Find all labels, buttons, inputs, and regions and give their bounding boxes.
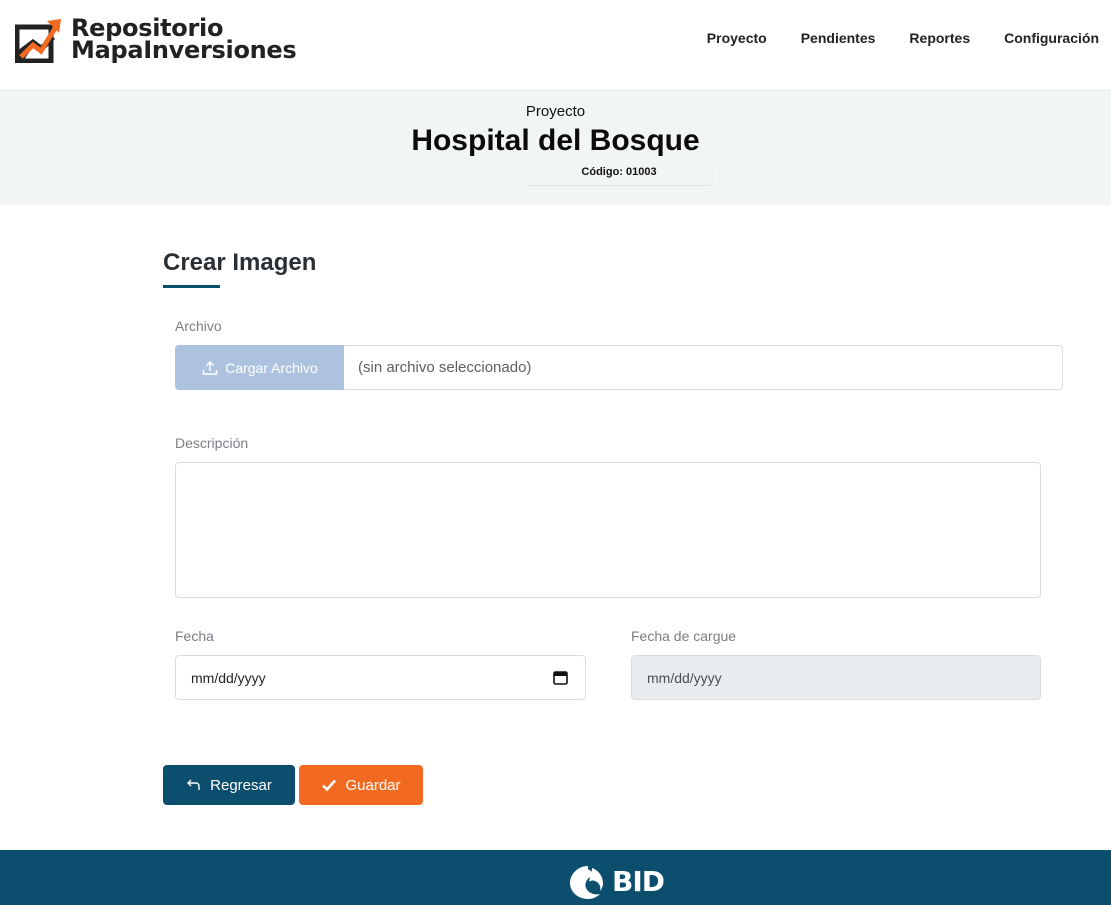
back-button-label: Regresar	[210, 776, 272, 794]
descripcion-label: Descripción	[175, 435, 249, 451]
nav-item-reportes[interactable]: Reportes	[909, 30, 970, 46]
upload-icon	[202, 360, 218, 375]
fecha-cargue-placeholder: mm/dd/yyyy	[647, 669, 722, 686]
save-button-label: Guardar	[345, 776, 401, 794]
fecha-cargue-input: mm/dd/yyyy	[631, 655, 1041, 700]
check-icon	[322, 779, 337, 792]
brand-line-2: MapaInversiones	[71, 36, 297, 64]
top-navbar: Repositorio MapaInversiones Proyecto Pen…	[0, 0, 1111, 91]
nav-item-configuracion[interactable]: Configuración	[1004, 30, 1099, 46]
project-banner: Proyecto Hospital del Bosque Código: 010…	[0, 91, 1111, 205]
bid-logo-text: BID	[612, 865, 665, 898]
nav-item-proyecto[interactable]: Proyecto	[707, 30, 767, 46]
project-kicker: Proyecto	[525, 103, 586, 120]
archivo-label: Archivo	[175, 318, 222, 334]
back-button[interactable]: Regresar	[163, 765, 295, 805]
fecha-cargue-label: Fecha de cargue	[631, 628, 737, 644]
file-status-text: (sin archivo seleccionado)	[358, 359, 532, 376]
brand[interactable]: Repositorio MapaInversiones	[15, 16, 297, 64]
project-title: Hospital del Bosque	[411, 124, 700, 157]
title-underline	[163, 285, 220, 288]
upload-file-label: Cargar Archivo	[225, 359, 318, 376]
main-nav: Proyecto Pendientes Reportes Configuraci…	[707, 30, 1099, 46]
nav-item-pendientes[interactable]: Pendientes	[801, 30, 876, 46]
page-title: Crear Imagen	[163, 249, 317, 276]
bid-globe-icon	[570, 866, 603, 899]
descripcion-textarea[interactable]	[175, 462, 1041, 598]
fecha-date-input[interactable]: mm/dd/yyyy	[175, 655, 586, 700]
bid-logo: BID	[568, 864, 665, 900]
file-input-group: Cargar Archivo (sin archivo seleccionado…	[175, 345, 1063, 390]
save-button[interactable]: Guardar	[299, 765, 423, 805]
calendar-icon[interactable]	[553, 670, 568, 685]
fecha-placeholder: mm/dd/yyyy	[191, 669, 266, 686]
growth-chart-logo-icon	[15, 19, 61, 63]
project-code: Código: 01003	[525, 162, 713, 186]
fecha-label: Fecha	[175, 628, 214, 644]
footer: BID	[0, 850, 1111, 905]
upload-file-button[interactable]: Cargar Archivo	[175, 345, 344, 390]
return-arrow-icon	[187, 779, 200, 790]
